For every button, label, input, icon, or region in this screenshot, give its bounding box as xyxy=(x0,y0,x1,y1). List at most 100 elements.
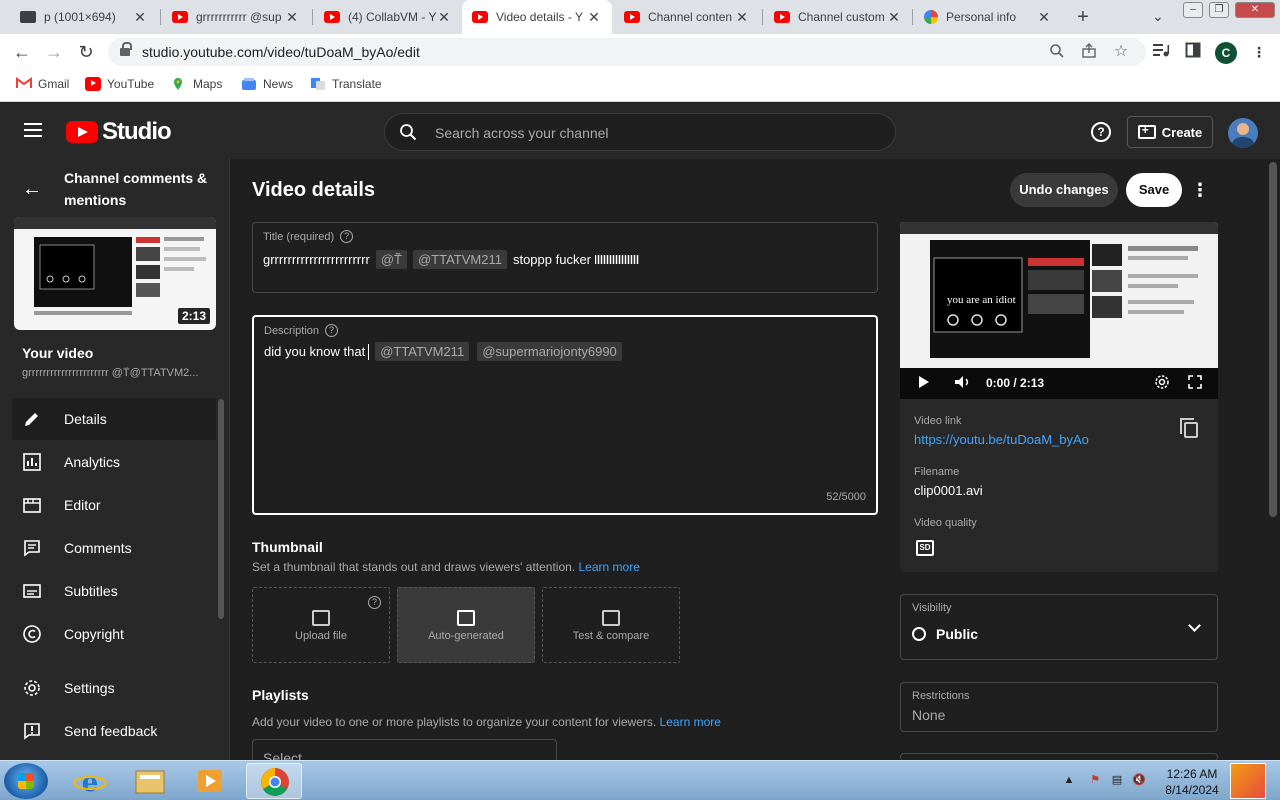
volume-muted-icon[interactable]: 🔇 xyxy=(1132,773,1146,787)
mention-chip: @TTATVM211 xyxy=(412,250,507,269)
close-icon[interactable]: ✕ xyxy=(1036,9,1052,26)
create-label: Create xyxy=(1161,124,1203,140)
image-upload-icon xyxy=(312,610,330,626)
video-link[interactable]: https://youtu.be/tuDoaM_byAo xyxy=(914,432,1089,447)
bookmark-translate[interactable]: Translate xyxy=(310,77,382,91)
sidebar-item-details[interactable]: Details xyxy=(12,398,216,440)
browser-tab-active[interactable]: Video details - Y ✕ xyxy=(462,0,612,34)
zoom-search-icon[interactable] xyxy=(1048,43,1066,61)
bookmark-maps[interactable]: Maps xyxy=(171,77,222,91)
help-circle-icon[interactable]: ? xyxy=(325,324,339,337)
browser-tab[interactable]: (4) CollabVM - Y ✕ xyxy=(314,0,462,34)
close-icon[interactable]: ✕ xyxy=(436,9,452,26)
search-input[interactable] xyxy=(435,122,875,144)
browser-tab[interactable]: grrrrrrrrrrr @sup ✕ xyxy=(162,0,310,34)
create-button[interactable]: Create xyxy=(1127,116,1213,148)
test-compare-thumbnail-option[interactable]: Test & compare xyxy=(542,587,680,663)
close-icon[interactable]: ✕ xyxy=(886,9,902,26)
browser-profile-avatar[interactable]: C xyxy=(1215,42,1237,64)
sidebar-item-send-feedback[interactable]: Send feedback xyxy=(12,710,216,752)
action-center-flag-icon[interactable]: ⚑ xyxy=(1088,773,1102,787)
share-icon[interactable] xyxy=(1080,43,1098,61)
bookmark-news[interactable]: News xyxy=(241,77,293,91)
fullscreen-icon[interactable] xyxy=(1188,374,1202,392)
youtube-favicon-icon xyxy=(172,11,188,23)
new-tab-button[interactable]: + xyxy=(1072,6,1094,28)
upload-thumbnail-option[interactable]: Upload file ? xyxy=(252,587,390,663)
main-scrollbar[interactable] xyxy=(1269,162,1277,517)
video-player[interactable]: you are an idiot 0:00 / 2:13 xyxy=(900,222,1218,399)
sidebar-item-subtitles[interactable]: Subtitles xyxy=(12,570,216,612)
help-circle-icon[interactable]: ? xyxy=(368,596,381,609)
sidebar-item-comments[interactable]: Comments xyxy=(12,527,216,569)
more-options-icon[interactable]: ⋮ xyxy=(1191,179,1209,201)
show-hidden-icons-chevron-icon[interactable]: ▲ xyxy=(1062,773,1076,787)
sidebar-item-copyright[interactable]: Copyright xyxy=(12,613,216,655)
clock-date: 8/14/2024 xyxy=(1165,783,1219,797)
undo-changes-button[interactable]: Undo changes xyxy=(1010,173,1118,207)
bookmark-gmail[interactable]: Gmail xyxy=(16,77,69,91)
sidebar-item-analytics[interactable]: Analytics xyxy=(12,441,216,483)
settings-gear-icon[interactable] xyxy=(1154,374,1170,393)
auto-generated-thumbnail-option[interactable]: Auto-generated xyxy=(397,587,535,663)
youtube-icon xyxy=(85,77,101,91)
back-arrow-icon[interactable]: ← xyxy=(11,41,33,63)
start-button[interactable] xyxy=(4,763,48,799)
browser-tab[interactable]: p (1001×694) ✕ xyxy=(10,0,158,34)
volume-icon[interactable] xyxy=(954,375,972,392)
description-field[interactable]: Description ? did you know that @TTATVM2… xyxy=(252,315,878,515)
video-thumbnail[interactable]: 2:13 xyxy=(14,217,216,330)
reload-icon[interactable]: ↻ xyxy=(75,41,97,63)
close-icon[interactable]: ✕ xyxy=(284,9,300,26)
search-icon[interactable] xyxy=(399,123,417,141)
visibility-select[interactable]: Visibility Public xyxy=(900,594,1218,660)
browser-menu-icon[interactable]: ⋮ xyxy=(1249,42,1269,62)
chrome-taskbar-icon[interactable] xyxy=(246,763,302,799)
file-explorer-taskbar-icon[interactable] xyxy=(122,763,178,799)
side-panel-icon[interactable] xyxy=(1183,42,1203,62)
save-button[interactable]: Save xyxy=(1126,173,1182,207)
bookmark-youtube[interactable]: YouTube xyxy=(85,77,154,91)
back-arrow-icon[interactable]: ← xyxy=(22,179,44,199)
title-text[interactable]: grrrrrrrrrrrrrrrrrrrrrrr @T̃ @TTATVM211 … xyxy=(263,250,639,269)
tab-search-chevron-icon[interactable]: ⌄ xyxy=(1152,8,1164,25)
close-icon[interactable]: ✕ xyxy=(734,9,750,26)
channel-title[interactable]: Channel comments & mentions xyxy=(64,167,214,211)
title-field[interactable]: Title (required) ? grrrrrrrrrrrrrrrrrrrr… xyxy=(252,222,878,293)
sidebar-scrollbar[interactable] xyxy=(218,399,224,619)
bookmark-star-icon[interactable]: ☆ xyxy=(1112,43,1130,61)
restore-window-button[interactable]: ❐ xyxy=(1209,2,1229,18)
minimize-window-button[interactable]: – xyxy=(1183,2,1203,18)
chevron-down-icon[interactable] xyxy=(1188,619,1201,632)
lock-icon[interactable] xyxy=(120,42,132,57)
learn-more-link[interactable]: Learn more xyxy=(660,715,721,729)
address-bar[interactable]: studio.youtube.com/video/tuDoaM_byAo/edi… xyxy=(108,38,1146,66)
help-circle-icon[interactable]: ? xyxy=(340,230,354,243)
restrictions-field[interactable]: Restrictions None xyxy=(900,682,1218,732)
browser-tab[interactable]: Channel custom ✕ xyxy=(764,0,912,34)
close-icon[interactable]: ✕ xyxy=(132,9,148,26)
play-icon[interactable] xyxy=(918,375,930,392)
network-icon[interactable]: ▤ xyxy=(1110,773,1124,787)
close-icon[interactable]: ✕ xyxy=(586,9,602,26)
browser-tab[interactable]: Channel conten ✕ xyxy=(614,0,760,34)
show-desktop-button[interactable] xyxy=(1230,763,1266,799)
sidebar-item-editor[interactable]: Editor xyxy=(12,484,216,526)
media-control-icon[interactable] xyxy=(1151,42,1171,62)
channel-search-bar[interactable] xyxy=(384,113,896,151)
close-window-button[interactable]: ✕ xyxy=(1235,2,1275,18)
account-avatar[interactable] xyxy=(1228,118,1258,148)
description-text[interactable]: did you know that @TTATVM211 @supermario… xyxy=(264,342,622,361)
hamburger-menu-icon[interactable] xyxy=(24,123,42,137)
browser-tab[interactable]: Personal info ✕ xyxy=(914,0,1062,34)
internet-explorer-taskbar-icon[interactable]: e xyxy=(62,763,118,799)
system-clock[interactable]: 12:26 AM 8/14/2024 xyxy=(1160,766,1224,798)
media-player-taskbar-icon[interactable] xyxy=(182,763,238,799)
help-icon[interactable]: ? xyxy=(1091,122,1111,142)
youtube-studio-logo[interactable]: Studio xyxy=(66,118,172,146)
sidebar-item-settings[interactable]: Settings xyxy=(12,667,216,709)
learn-more-link[interactable]: Learn more xyxy=(579,560,640,574)
tab-label: Video details - Y xyxy=(496,10,583,24)
forward-arrow-icon[interactable]: → xyxy=(43,41,65,63)
copy-icon[interactable] xyxy=(1180,418,1198,438)
